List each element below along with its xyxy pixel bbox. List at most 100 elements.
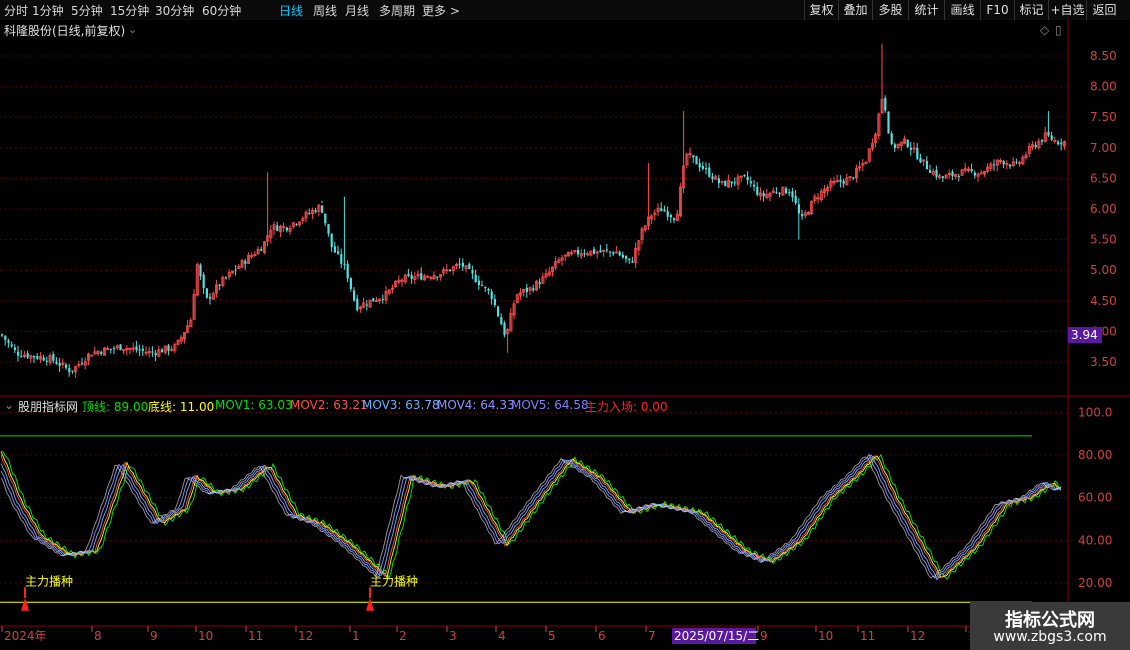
- date-label: 12: [910, 629, 925, 643]
- candle-body: [794, 195, 797, 204]
- panel-toggle-icon: ▯: [1055, 23, 1062, 37]
- candle-body: [420, 273, 423, 280]
- candle-body: [365, 304, 368, 306]
- candle-body: [503, 322, 506, 335]
- candle-body: [1034, 144, 1037, 147]
- price-tick-label: 4.50: [1090, 294, 1117, 308]
- candle-body: [36, 356, 39, 359]
- candle-body: [935, 169, 938, 177]
- indicator-tick-label: 60.00: [1078, 491, 1112, 505]
- candle-body: [154, 352, 157, 355]
- candle-body: [205, 288, 208, 298]
- candle-body: [321, 205, 324, 213]
- candle-body: [330, 233, 333, 248]
- candle-body: [919, 157, 922, 163]
- tab-3[interactable]: 15分钟: [110, 2, 149, 19]
- date-label: 6: [598, 629, 606, 643]
- price-tick-label: 5.00: [1090, 263, 1117, 277]
- candle-body: [778, 192, 781, 195]
- mov-line-3: [0, 454, 1062, 581]
- candle-body: [842, 180, 845, 184]
- chevron-down-icon[interactable]: ⌄: [128, 23, 137, 36]
- candle-body: [599, 250, 602, 253]
- toolbar-button-2[interactable]: 多股: [872, 0, 908, 20]
- indicator-field-3: MOV2: 63.21: [290, 398, 368, 412]
- candle-body: [666, 211, 669, 217]
- tab-9[interactable]: 多周期: [379, 2, 415, 19]
- candle-body: [884, 97, 887, 111]
- date-label: 11: [248, 629, 263, 643]
- candle-body: [209, 296, 212, 299]
- indicator-field-7: 主力入场: 0.00: [585, 400, 668, 414]
- candle-body: [1060, 142, 1063, 145]
- tab-4[interactable]: 30分钟: [155, 2, 194, 19]
- tab-7[interactable]: 周线: [313, 2, 337, 19]
- candle-body: [756, 186, 759, 195]
- date-label: 8: [94, 629, 102, 643]
- candle-body: [113, 348, 116, 350]
- toolbar-button-1[interactable]: 叠加: [838, 0, 872, 20]
- candle-body: [33, 356, 36, 358]
- toolbar-button-7[interactable]: +自选: [1048, 0, 1086, 20]
- watermark: 指标公式网 www.zbgs3.com: [970, 602, 1130, 650]
- tab-1[interactable]: 1分钟: [32, 2, 64, 19]
- signal-marker: [21, 597, 29, 611]
- tab-6[interactable]: 日线: [279, 2, 303, 19]
- candle-body: [65, 364, 68, 368]
- price-tick-label: 6.50: [1090, 171, 1117, 185]
- tab-2[interactable]: 5分钟: [71, 2, 103, 19]
- date-label: 4: [498, 629, 506, 643]
- candle-body: [724, 180, 727, 187]
- candle-body: [1002, 161, 1005, 165]
- tab-8[interactable]: 月线: [345, 2, 369, 19]
- candle-body: [42, 357, 45, 361]
- candle-body: [788, 192, 791, 194]
- tab-5[interactable]: 60分钟: [202, 2, 241, 19]
- candle-body: [660, 208, 663, 212]
- candle-body: [583, 253, 586, 255]
- candle-body: [1009, 164, 1012, 167]
- candle-body: [1041, 139, 1044, 142]
- toolbar-button-6[interactable]: 标记: [1014, 0, 1048, 20]
- candle-body: [1047, 131, 1050, 136]
- price-tick-label: 5.50: [1090, 233, 1117, 247]
- price-tick-label: 8.00: [1090, 80, 1117, 94]
- candle-body: [746, 176, 749, 181]
- candle-body: [621, 254, 624, 258]
- date-label: 9: [760, 629, 768, 643]
- candle-body: [669, 214, 672, 218]
- toolbar-button-3[interactable]: 统计: [908, 0, 944, 20]
- candle-body: [260, 249, 263, 251]
- date-label: 1: [352, 629, 360, 643]
- candle-body: [957, 176, 960, 178]
- candle-body: [1, 334, 4, 336]
- candle-body: [81, 363, 84, 365]
- candle-body: [625, 255, 628, 259]
- candle-body: [749, 181, 752, 184]
- date-label: 7: [648, 629, 656, 643]
- date-label: 3: [449, 629, 457, 643]
- tab-0[interactable]: 分时: [4, 2, 28, 19]
- candle-body: [1057, 141, 1060, 145]
- diamond-icon: ◇: [1040, 23, 1050, 37]
- toolbar-button-0[interactable]: 复权: [804, 0, 838, 20]
- candle-body: [973, 172, 976, 176]
- candle-body: [372, 298, 375, 302]
- toolbar-button-5[interactable]: F10: [980, 0, 1014, 20]
- candle-body: [743, 175, 746, 177]
- indicator-menu-icon[interactable]: ⌄: [4, 398, 14, 412]
- toolbar-button-4[interactable]: 画线: [944, 0, 980, 20]
- candle-body: [493, 299, 496, 306]
- candle-body: [202, 274, 205, 289]
- candle-body: [100, 351, 103, 354]
- candle-body: [762, 192, 765, 197]
- candle-body: [538, 282, 541, 285]
- candle-body: [941, 176, 944, 178]
- candle-body: [308, 213, 311, 215]
- candle-body: [797, 204, 800, 214]
- chart-area[interactable]: 8.508.007.507.006.506.005.505.004.504.00…: [0, 20, 1130, 650]
- tab-10[interactable]: 更多 >: [422, 2, 460, 19]
- indicator-tick-label: 20.00: [1078, 576, 1112, 590]
- candle-body: [45, 360, 48, 362]
- toolbar-button-8[interactable]: 返回: [1086, 0, 1122, 20]
